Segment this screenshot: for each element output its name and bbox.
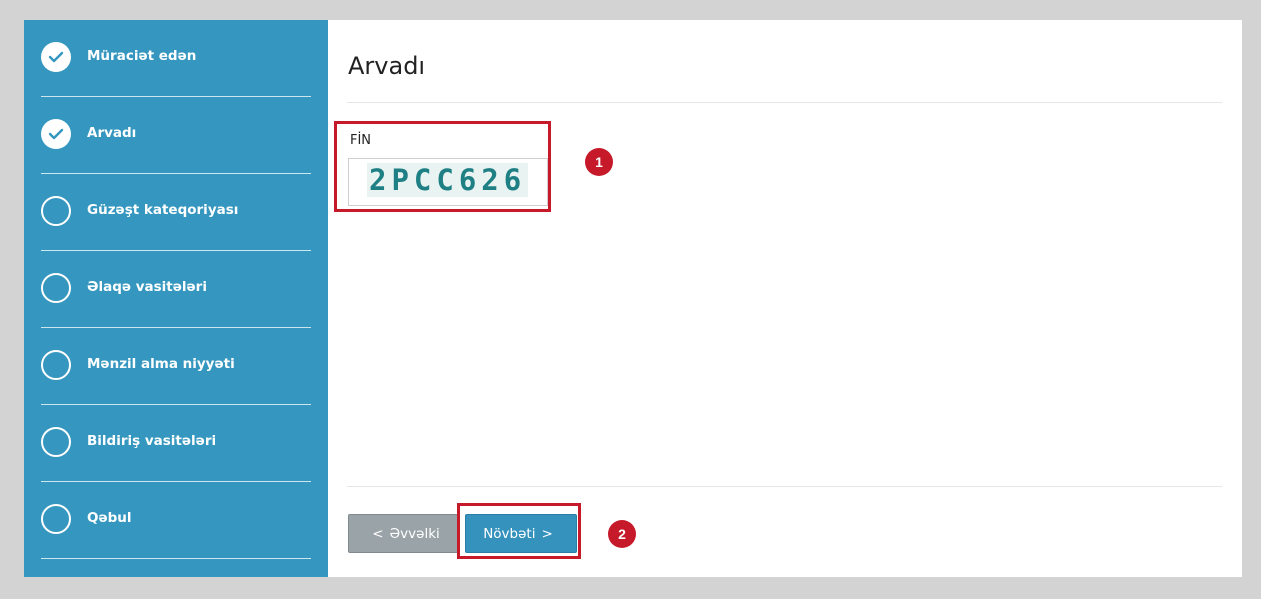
step-label: Mənzil alma niyyəti: [87, 356, 235, 372]
empty-circle-icon: [41, 196, 71, 226]
main-content: Arvadı FİN 2PCC626 < Əvvəlki Növbəti >: [328, 20, 1242, 577]
step-bildiris-vasiteleri[interactable]: Bildiriş vasitələri: [41, 405, 311, 482]
check-circle-icon: [41, 42, 71, 72]
wizard-frame: Müraciət edən Arvadı Güzəşt kateqoriyası…: [24, 20, 1242, 577]
previous-button-label: Əvvəlki: [389, 525, 440, 542]
chevron-left-icon: <: [372, 525, 384, 542]
step-label: Güzəşt kateqoriyası: [87, 202, 239, 218]
step-muraciet-eden[interactable]: Müraciət edən: [41, 20, 311, 97]
step-qebul[interactable]: Qəbul: [41, 482, 311, 559]
step-label: Müraciət edən: [87, 48, 197, 64]
steps-sidebar: Müraciət edən Arvadı Güzəşt kateqoriyası…: [24, 20, 328, 577]
empty-circle-icon: [41, 273, 71, 303]
highlight-box-fin: [334, 121, 551, 212]
step-label: Qəbul: [87, 510, 132, 526]
step-arvadi[interactable]: Arvadı: [41, 97, 311, 174]
step-label: Bildiriş vasitələri: [87, 433, 217, 449]
step-label: Əlaqə vasitələri: [87, 279, 207, 295]
empty-circle-icon: [41, 427, 71, 457]
step-badge-1: 1: [585, 148, 613, 176]
divider: [347, 102, 1222, 103]
page-title: Arvadı: [348, 52, 426, 80]
step-elaqe-vasiteleri[interactable]: Əlaqə vasitələri: [41, 251, 311, 328]
empty-circle-icon: [41, 504, 71, 534]
empty-circle-icon: [41, 350, 71, 380]
check-circle-icon: [41, 119, 71, 149]
previous-button[interactable]: < Əvvəlki: [348, 514, 458, 553]
step-guzest-kateqoriyasi[interactable]: Güzəşt kateqoriyası: [41, 174, 311, 251]
step-menzil-alma-niyyeti[interactable]: Mənzil alma niyyəti: [41, 328, 311, 405]
step-label: Arvadı: [87, 125, 137, 141]
highlight-box-next: [457, 503, 581, 559]
step-badge-2: 2: [608, 520, 636, 548]
divider: [347, 486, 1222, 487]
